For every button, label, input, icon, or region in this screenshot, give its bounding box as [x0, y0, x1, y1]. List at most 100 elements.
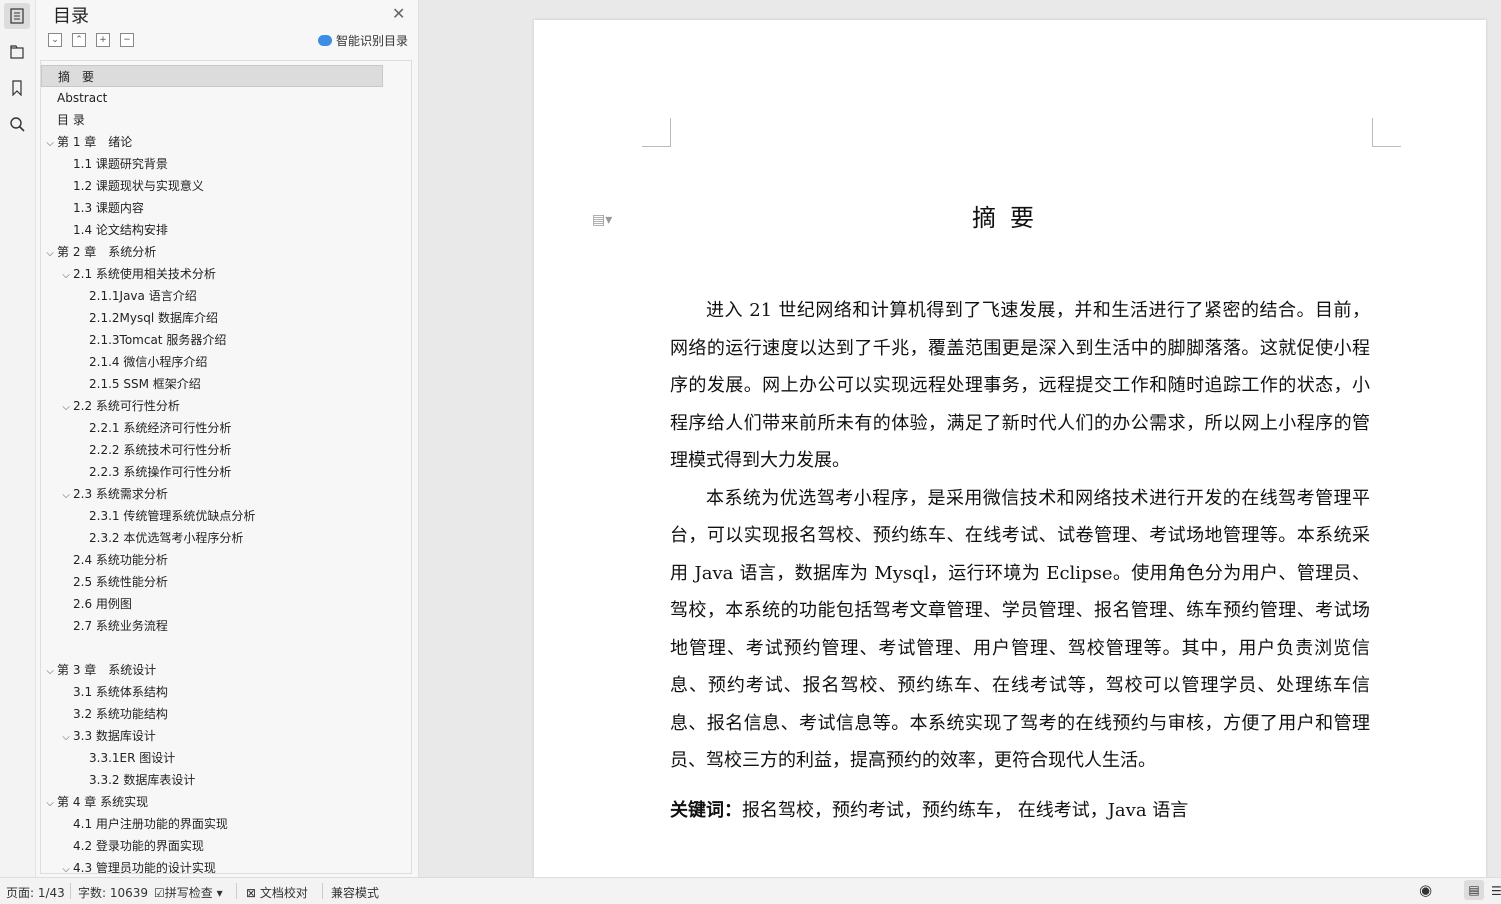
toc-item[interactable]: ⌵ 2.2 系统可行性分析 [41, 395, 180, 417]
toc-item[interactable]: ⌵ 3.3 数据库设计 [41, 725, 156, 747]
toc-item[interactable]: 3.2 系统功能结构 [41, 703, 168, 725]
toc-title: 目录 [53, 6, 89, 27]
chevron-down-icon[interactable]: ⌵ [59, 727, 73, 749]
toc-item[interactable]: ⌵ 2.3 系统需求分析 [41, 483, 168, 505]
toc-item-label: 3.1 系统体系结构 [73, 685, 168, 699]
toc-item-label: 2.6 用例图 [73, 597, 132, 611]
search-icon[interactable] [4, 111, 30, 137]
toc-item[interactable]: 2.2.1 系统经济可行性分析 [41, 417, 231, 439]
toc-item[interactable]: ⌵ 2.1 系统使用相关技术分析 [41, 263, 216, 285]
toc-item-label: 摘 要 [58, 70, 95, 84]
toc-item-label: 第 2 章 系统分析 [57, 245, 157, 259]
toc-item[interactable]: 2.7 系统业务流程 [41, 615, 168, 637]
toc-item[interactable]: 目 录 [41, 109, 85, 131]
chevron-down-icon[interactable]: ⌵ [59, 485, 73, 507]
minus-icon[interactable]: − [120, 33, 134, 47]
toc-item[interactable]: 4.1 用户注册功能的界面实现 [41, 813, 228, 835]
toc-item-label: 目 录 [57, 113, 85, 127]
page-corner-mark [1372, 118, 1401, 147]
navigation-icon[interactable] [4, 39, 30, 65]
toc-item-label: 2.1 系统使用相关技术分析 [73, 267, 216, 281]
toc-item-label: Abstract [57, 91, 108, 105]
toc-toolbar: ⌄ ⌃ + − [48, 33, 134, 47]
plus-icon[interactable]: + [96, 33, 110, 47]
toc-item[interactable]: 摘 要 [41, 65, 383, 87]
page-corner-mark [642, 118, 671, 147]
bookmark-icon[interactable] [4, 75, 30, 101]
toc-item-label: 2.2.2 系统技术可行性分析 [89, 443, 232, 457]
toc-item[interactable]: ⌵ 4.3 管理员功能的设计实现 [41, 857, 216, 873]
toc-item-label: 2.1.5 SSM 框架介绍 [89, 377, 201, 391]
chevron-down-icon[interactable]: ⌵ [43, 243, 57, 265]
smart-toc-button[interactable]: 智能识别目录 [318, 32, 408, 49]
close-icon[interactable]: ✕ [392, 4, 405, 23]
toc-list: 摘 要 Abstract 目 录 ⌵ 第 1 章 绪论 1.1 课题研究背景 1.2 课题现… [40, 60, 412, 874]
chevron-down-icon[interactable]: ⌵ [43, 133, 57, 155]
toc-item[interactable]: 2.4 系统功能分析 [41, 549, 168, 571]
toc-item[interactable]: 4.2 登录功能的界面实现 [41, 835, 204, 857]
toc-item[interactable]: 1.1 课题研究背景 [41, 153, 168, 175]
chevron-down-icon[interactable]: ⌵ [59, 397, 73, 419]
chevron-down-icon[interactable]: ⌵ [59, 265, 73, 287]
chevron-down-icon[interactable]: ⌵ [59, 859, 73, 873]
word-count[interactable]: 字数: 10639 [78, 884, 148, 901]
expand-icon[interactable]: ⌃ [72, 33, 86, 47]
toc-item-label: 4.2 登录功能的界面实现 [73, 839, 204, 853]
toc-item[interactable]: 2.1.1Java 语言介绍 [41, 285, 197, 307]
page-indicator[interactable]: 页面: 1/43 [6, 884, 65, 901]
toc-item-label: 2.1.4 微信小程序介绍 [89, 355, 208, 369]
toc-item[interactable]: 2.1.2Mysql 数据库介绍 [41, 307, 218, 329]
document-area: ▤▾ 摘要 进入 21 世纪网络和计算机得到了飞速发展，并和生活进行了紧密的结合… [419, 0, 1501, 900]
toc-panel: 目录 ✕ ⌄ ⌃ + − 智能识别目录 摘 要 Abstract 目 录 ⌵ 第 1 章… [36, 0, 434, 877]
toc-item-label: 第 3 章 系统设计 [57, 663, 157, 677]
toc-item-label: 2.3.2 本优选驾考小程序分析 [89, 531, 244, 545]
keywords-line: 关键词：报名驾校，预约考试，预约练车， 在线考试，Java 语言 [670, 796, 1188, 822]
toc-item[interactable]: 1.3 课题内容 [41, 197, 144, 219]
outline-view-icon[interactable]: ☰ [1491, 884, 1501, 898]
toc-item-label: 第 1 章 绪论 [57, 135, 133, 149]
toc-panel-icon[interactable] [4, 3, 30, 29]
spell-check-button[interactable]: ☑拼写检查 ▾ [154, 884, 223, 901]
toc-item-label: 2.2 系统可行性分析 [73, 399, 180, 413]
toc-item-label: 3.3 数据库设计 [73, 729, 156, 743]
toc-item[interactable]: ⌵ 第 4 章 系统实现 [41, 791, 148, 813]
collapse-icon[interactable]: ⌄ [48, 33, 62, 47]
toc-item-label: 2.2.3 系统操作可行性分析 [89, 465, 232, 479]
document-page: ▤▾ 摘要 进入 21 世纪网络和计算机得到了飞速发展，并和生活进行了紧密的结合… [534, 20, 1486, 900]
toc-item[interactable]: 2.2.2 系统技术可行性分析 [41, 439, 231, 461]
toc-item[interactable]: ⌵ 第 2 章 系统分析 [41, 241, 156, 263]
toc-item[interactable]: 2.3.1 传统管理系统优缺点分析 [41, 505, 255, 527]
doc-check-label: 文档校对 [259, 886, 308, 900]
doc-check-button[interactable]: ⊠ 文档校对 [246, 884, 308, 901]
toc-item[interactable]: 1.2 课题现状与实现意义 [41, 175, 204, 197]
toc-item-label: 2.3 系统需求分析 [73, 487, 168, 501]
toc-item[interactable]: 2.1.3Tomcat 服务器介绍 [41, 329, 226, 351]
toc-item[interactable]: 3.1 系统体系结构 [41, 681, 168, 703]
toc-item[interactable]: 1.4 论文结构安排 [41, 219, 168, 241]
toc-item-label: 2.3.1 传统管理系统优缺点分析 [89, 509, 256, 523]
toc-item-label: 3.3.1ER 图设计 [89, 751, 176, 765]
toc-item[interactable]: 2.5 系统性能分析 [41, 571, 168, 593]
toc-item[interactable]: 2.3.2 本优选驾考小程序分析 [41, 527, 243, 549]
toc-item[interactable]: 2.6 用例图 [41, 593, 132, 615]
eye-icon[interactable]: ◉ [1419, 881, 1432, 899]
toc-item[interactable]: ⌵ 第 1 章 绪论 [41, 131, 132, 153]
left-icon-rail [0, 0, 36, 877]
toc-item[interactable]: 2.1.4 微信小程序介绍 [41, 351, 207, 373]
keywords-label: 关键词： [670, 800, 742, 821]
toc-item[interactable]: 2.2.3 系统操作可行性分析 [41, 461, 231, 483]
chevron-down-icon[interactable]: ⌵ [43, 661, 57, 683]
toc-item[interactable]: ⌵ 第 3 章 系统设计 [41, 659, 156, 681]
toc-item[interactable]: Abstract [41, 87, 107, 109]
status-bar: 页面: 1/43 字数: 10639 ☑拼写检查 ▾ ⊠ 文档校对 兼容模式 ◉… [0, 877, 1501, 904]
toc-item[interactable]: 2.1.5 SSM 框架介绍 [41, 373, 201, 395]
toc-item[interactable]: 3.3.1ER 图设计 [41, 747, 175, 769]
toc-item-label: 2.1.2Mysql 数据库介绍 [89, 311, 219, 325]
toc-item-label: 2.5 系统性能分析 [73, 575, 168, 589]
abstract-paragraph-2: 本系统为优选驾考小程序，是采用微信技术和网络技术进行开发的在线驾考管理平台，可以… [670, 487, 1370, 772]
toc-item[interactable] [41, 637, 57, 659]
page-view-icon[interactable]: ▤ [1464, 880, 1484, 900]
toc-item[interactable]: 3.3.2 数据库表设计 [41, 769, 195, 791]
toc-item-label: 1.2 课题现状与实现意义 [73, 179, 204, 193]
chevron-down-icon[interactable]: ⌵ [43, 793, 57, 815]
